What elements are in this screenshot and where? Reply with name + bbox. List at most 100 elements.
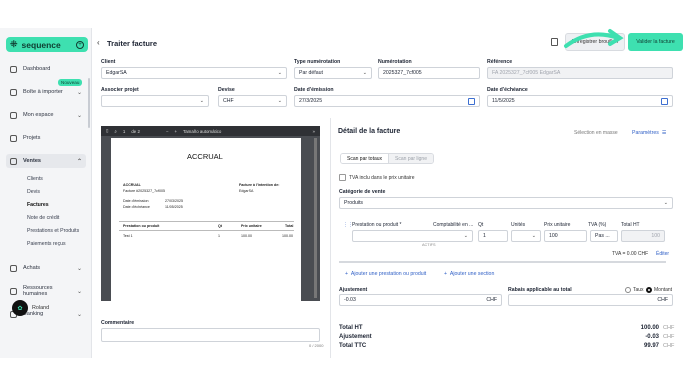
emission-value: 27/3/2025 [299,98,323,104]
people-icon [10,287,17,295]
tva-included-label: TVA inclu dans le prix unitaire [349,175,415,181]
scan-total-tab[interactable]: Scan par totaux [341,154,390,163]
montant-radio[interactable] [646,287,652,293]
sales-icon [10,157,17,165]
sidebar-sub-clients[interactable]: Clients [27,176,43,182]
sidebar-item-boite[interactable]: Boîte à importer ⌄ [6,85,86,99]
pdf-toolbar: ▯ ⌕ 1 de 2 − + Tamaño automático » [101,126,320,136]
validate-invoice-button[interactable]: Valider la facture [628,33,683,51]
ajustement-value: -0.03 [344,297,356,303]
menu-icon: ☰ [661,130,667,136]
qty-input[interactable]: 1 [478,230,508,242]
sidebar-item-mon-espace[interactable]: Mon espace ⌄ [6,108,86,122]
sidebar-item-rh[interactable]: Ressources humaines ⌄ [6,284,86,298]
taux-radio[interactable] [625,287,631,293]
reference-input[interactable]: FA 2025327_7cf005 EdgarSA [487,67,673,79]
total-ht-label: Total HT [339,325,363,331]
edit-tva-link[interactable]: Éditer [656,251,669,257]
unit-select[interactable]: ⌄ [511,230,541,242]
search-icon[interactable]: ⌕ [114,129,116,134]
pdf-scrollbar[interactable] [314,138,317,298]
sidebar-sub-prestations[interactable]: Prestations et Produits [27,228,79,234]
sidebar-item-projets[interactable]: Projets [6,131,86,145]
numerotation-input[interactable]: 2025327_7cf005 [378,67,480,79]
bulk-select-link[interactable]: Sélection en masse [574,130,618,136]
montant-label: Montant [654,287,673,293]
sidebar-toggle-icon[interactable]: ▯ [106,128,108,134]
sidebar-sub-paiements[interactable]: Paiements reçus [27,241,66,247]
total-ht-input: 100 [621,230,665,242]
table-scrollbar[interactable] [339,261,666,263]
sidebar-item-achats[interactable]: Achats ⌄ [6,261,86,275]
more-icon[interactable]: » [313,129,315,134]
calendar-icon[interactable] [661,97,668,105]
add-section-link[interactable]: + Ajouter une section [444,271,494,277]
pdf-row-qty: 1 [218,234,220,238]
product-select[interactable]: ⌄ [352,230,473,242]
zoom-in-icon[interactable]: + [174,129,177,134]
pdf-col-item: Prestation ou produit [123,224,160,228]
pdf-page-number[interactable]: 1 [123,129,125,134]
params-button[interactable]: Paramètres ☰ [632,130,666,136]
emission-label: Date d'émission [294,87,334,93]
unit-price-input[interactable]: 100 [544,230,587,242]
zoom-out-icon[interactable]: − [166,129,169,134]
devise-select[interactable]: CHF ⌄ [218,95,287,107]
pdf-zoom[interactable]: Tamaño automático [183,129,221,134]
rabais-input[interactable]: CHF [508,294,673,306]
user-icon [10,111,17,119]
sidebar-sub-credit[interactable]: Note de crédit [27,215,59,221]
ajustement-label: Ajustement [339,287,368,293]
echeance-date-input[interactable]: 11/5/2025 [487,95,673,107]
projet-select[interactable]: ⌄ [101,95,209,107]
unit-price-value: 100 [549,233,558,239]
comment-textarea[interactable] [101,328,320,342]
type-label: Type numérotation [294,59,341,65]
chevron-down-icon: ⌄ [76,288,82,295]
col-tva: TVA (%) [588,222,607,228]
user-menu[interactable]: ✿ Roland [12,300,49,316]
chevron-down-icon: ⌄ [463,233,468,239]
scan-line-tab[interactable]: Scan par ligne [389,154,433,163]
document-icon[interactable] [551,38,558,46]
avatar: ✿ [12,300,28,316]
sidebar-item-ventes[interactable]: Ventes ⌃ [6,154,86,168]
sidebar-sub-devis[interactable]: Devis [27,189,40,195]
devise-label: Devise [218,87,235,93]
pdf-row-total: 100.00 [282,234,293,238]
taux-label: Taux [633,287,644,293]
category-select[interactable]: Produits ⌄ [339,197,673,209]
client-select[interactable]: EdgarSA ⌄ [101,67,287,79]
pdf-date-em-label: Date d'émission [123,199,149,203]
sidebar-scrollbar[interactable] [88,78,90,128]
currency: CHF [663,334,675,340]
tva-included-checkbox[interactable] [339,174,346,181]
pdf-date-ech-label: Date d'échéance [123,205,150,209]
emission-date-input[interactable]: 27/3/2025 [294,95,480,107]
detail-title: Détail de la facture [338,128,401,135]
pdf-viewer[interactable]: ▯ ⌕ 1 de 2 − + Tamaño automático » ACCRU… [101,126,320,301]
sidebar-item-dashboard[interactable]: Dashboard [6,62,86,76]
ttc-label: Total TTC [339,343,367,349]
pdf-invoice-no: Facture #2025327_7cf005 [123,189,165,193]
sidebar-sub-factures[interactable]: Factures [27,202,49,208]
ajust-total-label: Ajustement [339,334,372,340]
chevron-up-icon: ⌃ [76,158,82,165]
col-qt: Qt [478,222,484,228]
bottom-margin [0,358,688,387]
plus-icon[interactable]: + [76,40,84,49]
brand-logo[interactable]: ⁜ sequence + [6,37,88,52]
currency: CHF [663,343,675,349]
chevron-down-icon: ⌄ [76,112,82,119]
calendar-icon[interactable] [468,97,475,105]
pdf-attention: Facture à l'intention de: [239,183,280,187]
add-product-link[interactable]: + Ajouter une prestation ou produit [345,271,426,277]
sidebar-item-label: Ventes [23,158,42,164]
scan-toggle: Scan par totaux Scan par ligne [340,153,434,164]
numerotation-label: Numérotation [378,59,412,65]
tva-select[interactable]: Pas ... [590,230,618,242]
type-select[interactable]: Par défaut ⌄ [294,67,372,79]
ajustement-input[interactable]: -0.03 CHF [339,294,502,306]
back-arrow-icon[interactable]: ‹ [97,38,100,47]
char-counter: 0 / 2000 [309,343,324,348]
